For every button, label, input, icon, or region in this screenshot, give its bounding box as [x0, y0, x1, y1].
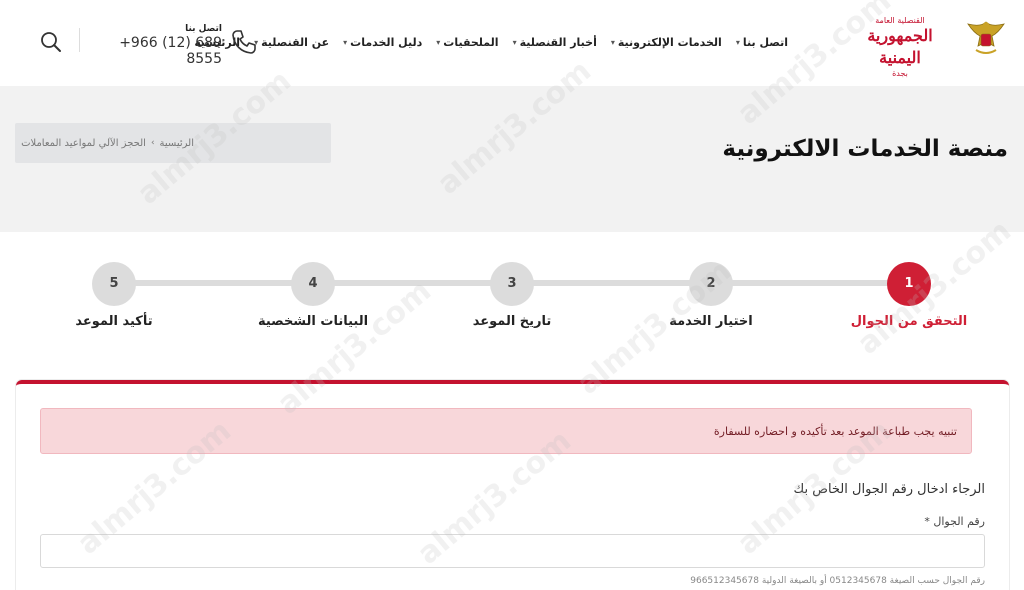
main-nav: الرئيسية عن القنصلية ▾ دليل الخدمات ▾ المل…: [194, 33, 788, 51]
breadcrumb-home[interactable]: الرئيسية: [160, 138, 194, 149]
nav-label: الملحقيات: [443, 35, 499, 49]
chevron-down-icon: ▾: [512, 37, 517, 47]
form-title: الرجاء ادخال رقم الجوال الخاص بك: [793, 482, 985, 497]
header-contact[interactable]: اتصل بنا +966 (12) 689 8555: [98, 24, 260, 67]
step-label: البيانات الشخصية: [257, 314, 369, 329]
step-number: 2: [689, 262, 733, 306]
search-icon[interactable]: [40, 31, 62, 53]
breadcrumb-separator-icon: ›: [150, 138, 155, 148]
phone-format-hint: رقم الجوال حسب الصيغة 0512345678 أو بالص…: [690, 576, 985, 586]
site-header: القنصلية العامة الجمهورية اليمنية بجدة ا…: [0, 0, 1024, 86]
header-divider: [79, 28, 80, 52]
nav-item-about[interactable]: عن القنصلية ▾: [254, 36, 329, 49]
step-number: 5: [92, 262, 136, 306]
logo-subtitle: القنصلية العامة: [875, 16, 925, 25]
step-personal-data: 4 البيانات الشخصية: [233, 262, 393, 329]
step-number: 4: [291, 262, 335, 306]
step-appointment-date: 3 تاريخ الموعد: [432, 262, 592, 329]
nav-item-services-guide[interactable]: دليل الخدمات ▾: [343, 36, 422, 49]
contact-label: اتصل بنا: [185, 24, 222, 34]
page-title-band: منصة الخدمات الالكترونية الرئيسية › الحج…: [0, 86, 1024, 232]
nav-label: اتصل بنا: [742, 35, 788, 49]
nav-item-attaches[interactable]: الملحقيات ▾: [436, 36, 498, 49]
page-title: منصة الخدمات الالكترونية: [722, 136, 1008, 162]
nav-item-contact[interactable]: اتصل بنا ▾: [736, 36, 788, 49]
breadcrumb-current: الحجز الآلي لمواعيد المعاملات: [21, 137, 146, 149]
nav-label: الخدمات الإلكترونية: [617, 35, 722, 49]
chevron-down-icon: ▾: [343, 37, 348, 47]
step-number: 1: [887, 262, 931, 306]
contact-phone: +966 (12) 689 8555: [119, 35, 222, 67]
step-confirm-appointment: 5 تأكيد الموعد: [34, 262, 194, 329]
booking-stepper: 1 التحقق من الجوال 2 اختيار الخدمة 3 تار…: [0, 258, 1024, 338]
nav-label: أخبار القنصلية: [519, 35, 597, 49]
step-label: اختيار الخدمة: [669, 314, 753, 329]
logo-text: القنصلية العامة الجمهورية اليمنية بجدة: [844, 14, 956, 78]
step-label: التحقق من الجوال: [850, 314, 968, 329]
nav-label: دليل الخدمات: [350, 35, 423, 49]
chevron-down-icon: ▾: [436, 37, 441, 47]
logo-title: الجمهورية اليمنية: [867, 26, 933, 67]
site-logo[interactable]: القنصلية العامة الجمهورية اليمنية بجدة: [840, 14, 1010, 78]
step-number: 3: [490, 262, 534, 306]
step-label: تاريخ الموعد: [472, 314, 552, 329]
chevron-down-icon: ▾: [735, 37, 740, 47]
step-label: تأكيد الموعد: [75, 314, 153, 329]
yemen-eagle-emblem-icon: [967, 21, 1005, 54]
breadcrumb: الرئيسية › الحجز الآلي لمواعيد المعاملات: [15, 123, 331, 163]
phone-field-label: رقم الجوال *: [924, 515, 985, 528]
print-warning-alert: تنبيه يجب طباعة الموعد بعد تأكيده و احضا…: [40, 408, 972, 454]
step-select-service: 2 اختيار الخدمة: [631, 262, 791, 329]
nav-item-eservices[interactable]: الخدمات الإلكترونية ▾: [611, 36, 722, 49]
step-verify-phone: 1 التحقق من الجوال: [829, 262, 989, 329]
nav-item-news[interactable]: أخبار القنصلية ▾: [513, 36, 597, 49]
contact-text: اتصل بنا +966 (12) 689 8555: [98, 24, 222, 67]
phone-input[interactable]: [40, 534, 985, 568]
logo-city: بجدة: [892, 69, 908, 78]
phone-verify-card: تنبيه يجب طباعة الموعد بعد تأكيده و احضا…: [16, 380, 1009, 590]
nav-label: عن القنصلية: [261, 35, 330, 49]
chevron-down-icon: ▾: [610, 37, 615, 47]
phone-icon: [232, 30, 256, 54]
